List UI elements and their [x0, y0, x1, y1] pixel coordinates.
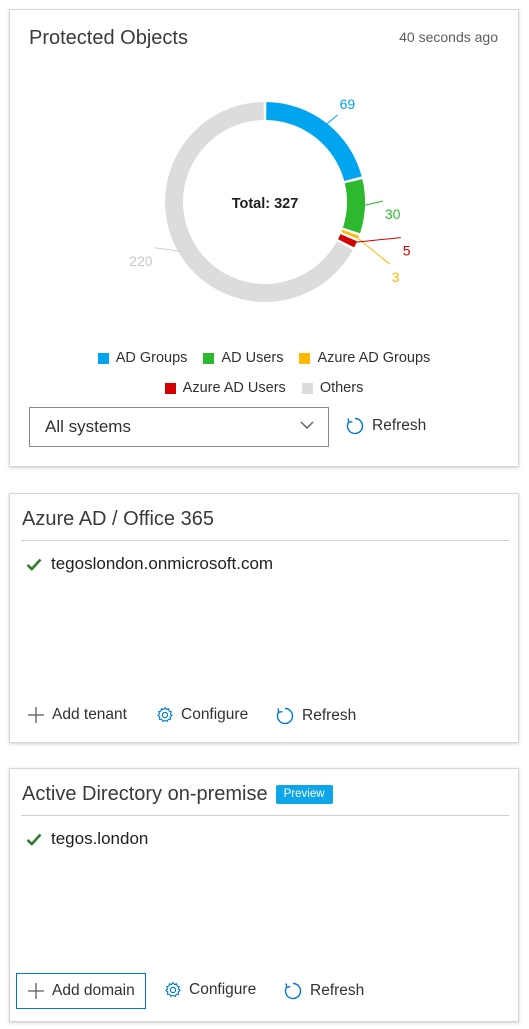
refresh-tenants-button[interactable]: Refresh [275, 706, 356, 726]
refresh-icon [276, 707, 294, 725]
donut-data-label: 220 [129, 253, 153, 269]
configure-button[interactable]: Configure [156, 706, 248, 724]
leader-line [323, 114, 338, 127]
system-select-value: All systems [45, 417, 131, 436]
refresh-label: Refresh [310, 982, 365, 999]
refresh-icon [346, 417, 364, 435]
refresh-chart-button[interactable]: Refresh [345, 416, 426, 436]
donut-slice-ad-groups[interactable] [266, 102, 362, 182]
legend-item-ad-users[interactable]: AD Users [203, 350, 283, 366]
tenant-list-item[interactable]: tegoslondon.onmicrosoft.com [26, 554, 273, 574]
refresh-icon [284, 982, 302, 1000]
divider [21, 815, 509, 816]
configure-button[interactable]: Configure [164, 981, 256, 999]
preview-badge: Preview [275, 785, 333, 804]
refresh-label: Refresh [372, 417, 427, 434]
refresh-domains-button[interactable]: Refresh [283, 981, 364, 1001]
donut-data-label: 3 [392, 269, 400, 285]
configure-label: Configure [189, 981, 257, 998]
donut-total-label: Total: 327 [232, 196, 299, 212]
divider [21, 540, 509, 541]
donut-data-label: 69 [340, 96, 356, 112]
legend-swatch [301, 382, 313, 394]
plus-icon [28, 707, 44, 723]
legend-item-ad-groups[interactable]: AD Groups [97, 350, 188, 366]
plus-icon [28, 983, 44, 999]
configure-label: Configure [181, 706, 249, 723]
section-title-row: Active Directory on-premise Preview [22, 783, 333, 806]
domain-list-item[interactable]: tegos.london [26, 829, 148, 849]
section-title: Active Directory on-premise [22, 783, 268, 805]
add-domain-label: Add domain [52, 982, 135, 999]
legend-swatch [299, 352, 311, 364]
legend-label: AD Users [221, 350, 284, 366]
legend-label: Azure AD Users [182, 380, 286, 396]
legend-item-azure-ad-users[interactable]: Azure AD Users [164, 380, 286, 396]
donut-data-label: 5 [403, 243, 411, 259]
tenant-name: tegoslondon.onmicrosoft.com [51, 554, 274, 573]
domain-name: tegos.london [51, 829, 149, 848]
add-domain-button[interactable]: Add domain [16, 973, 146, 1009]
protected-objects-card: Protected Objects 40 seconds ago 69 30 3 5 2… [9, 9, 519, 467]
legend-label: AD Groups [115, 350, 188, 366]
leader-line [351, 237, 401, 244]
active-directory-card: Active Directory on-premise Preview tego… [9, 768, 519, 1022]
system-select[interactable]: All systems [29, 407, 329, 447]
check-icon [26, 558, 42, 571]
refresh-label: Refresh [302, 707, 357, 724]
azure-ad-card: Azure AD / Office 365 tegoslondon.onmicr… [9, 493, 519, 743]
check-icon [26, 833, 42, 846]
protected-objects-donut-chart: 69 30 35 220 Total: 327 [129, 96, 411, 302]
section-title: Azure AD / Office 365 [22, 508, 214, 530]
legend-swatch [203, 352, 215, 364]
legend-item-others[interactable]: Others [301, 380, 364, 396]
chevron-down-icon [300, 421, 314, 429]
legend-label: Azure AD Groups [317, 350, 431, 366]
gear-icon [157, 706, 173, 723]
add-tenant-button[interactable]: Add tenant [27, 706, 127, 724]
gear-icon [165, 981, 181, 998]
legend-label: Others [319, 380, 364, 396]
legend-swatch [97, 352, 109, 364]
legend-swatch [164, 382, 176, 394]
legend-item-azure-ad-groups[interactable]: Azure AD Groups [299, 350, 430, 366]
donut-data-label: 30 [385, 206, 401, 222]
add-tenant-label: Add tenant [52, 706, 127, 723]
